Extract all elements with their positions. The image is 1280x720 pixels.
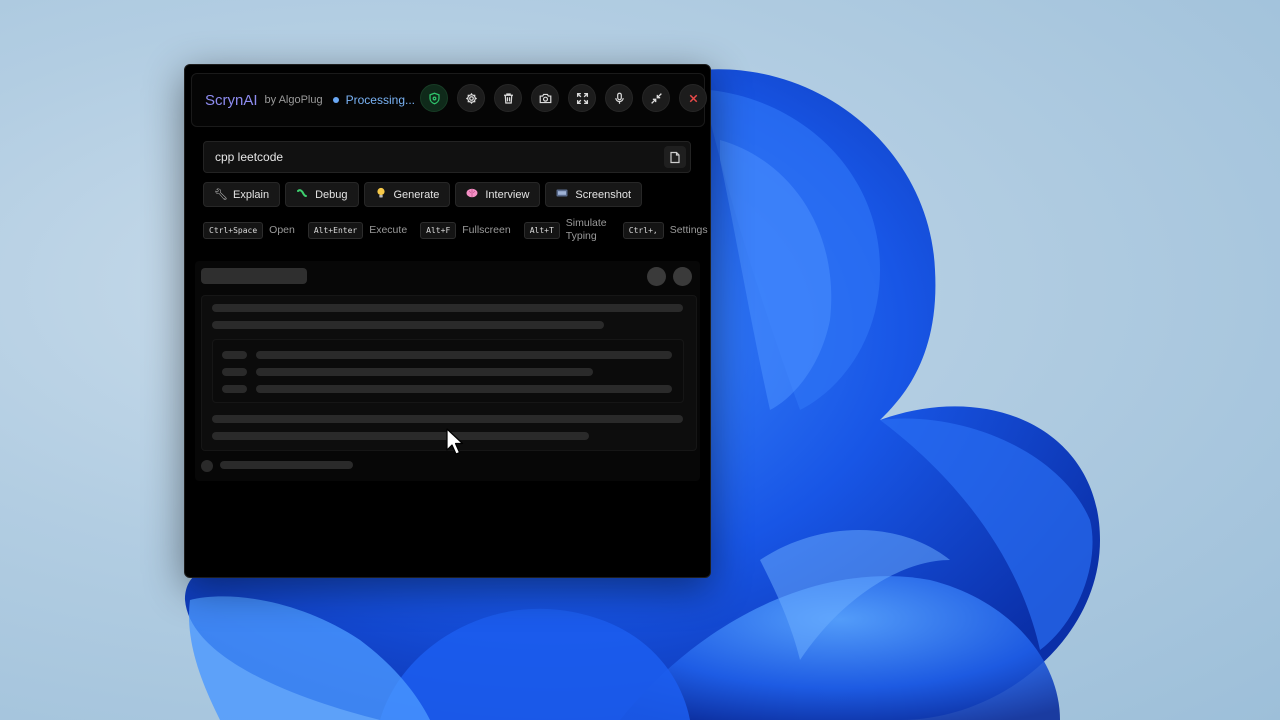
prompt-field [203,141,691,173]
shortcut-key-open: Ctrl+Space [203,221,264,239]
shortcut-key-settings: Ctrl+, [622,221,664,239]
microphone-icon[interactable] [605,84,633,112]
minimize-icon[interactable] [642,84,670,112]
skeleton-line [212,321,604,329]
shortcut-hints: Ctrl+Space Open Alt+Enter Execute Alt+F … [203,217,708,243]
fullscreen-icon[interactable] [568,84,596,112]
explain-label: Explain [233,188,270,201]
shortcut-desc-execute: Execute [369,223,408,236]
skeleton-title [201,268,307,284]
skeleton-dot [673,267,692,286]
clipboard-icon[interactable] [664,146,686,168]
shortcut-key-fullscreen: Alt+F [420,221,457,239]
skeleton-line [256,385,672,393]
screenshot-button[interactable]: Screenshot [545,182,643,207]
generate-button[interactable]: Generate [363,182,451,207]
skeleton-line [222,385,247,393]
app-byline: by AlgoPlug [264,94,323,106]
debug-label: Debug [315,188,348,201]
debug-button[interactable]: Debug [285,182,359,207]
mouse-cursor-icon [446,428,464,455]
close-icon[interactable] [679,84,707,112]
status-dot [332,97,339,103]
bug-icon [296,188,308,201]
skeleton-line [212,415,683,423]
skeleton-line [256,351,672,359]
skeleton-line [220,461,353,469]
prompt-input[interactable] [204,149,664,165]
skeleton-line [212,304,683,312]
app-name: ScrynAI [205,91,258,109]
wrench-icon: 🔧︎ [214,189,228,201]
shortcut-desc-settings: Settings [669,223,708,236]
explain-button[interactable]: 🔧︎ Explain [203,182,281,207]
shortcut-key-typing: Alt+T [523,221,560,239]
shortcut-desc-fullscreen: Fullscreen [462,223,511,236]
skeleton-dot [201,460,213,472]
interview-label: Interview [485,188,530,201]
brain-icon [466,188,478,201]
action-bar: 🔧︎ Explain Debug Generate Interview Scre… [203,182,643,207]
screenshot-icon [556,188,568,201]
skeleton-line [222,351,247,359]
trash-icon[interactable] [494,84,522,112]
shortcut-desc-open: Open [269,223,295,236]
title-bar[interactable]: ScrynAI by AlgoPlug Processing... [191,73,707,127]
screenshot-label: Screenshot [575,188,632,201]
shortcut-key-execute: Alt+Enter [307,221,364,239]
shortcut-desc-typing: Simulate Typing [565,217,607,242]
header-toolbar [420,84,707,112]
interview-button[interactable]: Interview [455,182,541,207]
scrynai-window: ScrynAI by AlgoPlug Processing... cpp le… [184,64,711,578]
skeleton-line [212,432,589,440]
camera-icon[interactable] [531,84,559,112]
gear-icon[interactable] [457,84,485,112]
skeleton-line [256,368,593,376]
shield-icon[interactable] [420,84,448,112]
skeleton-line [222,368,247,376]
status-indicator: Processing... [332,93,415,107]
generate-label: Generate [393,188,440,201]
skeleton-dot [647,267,666,286]
lightbulb-icon [375,187,387,202]
status-text: Processing... [345,93,415,107]
